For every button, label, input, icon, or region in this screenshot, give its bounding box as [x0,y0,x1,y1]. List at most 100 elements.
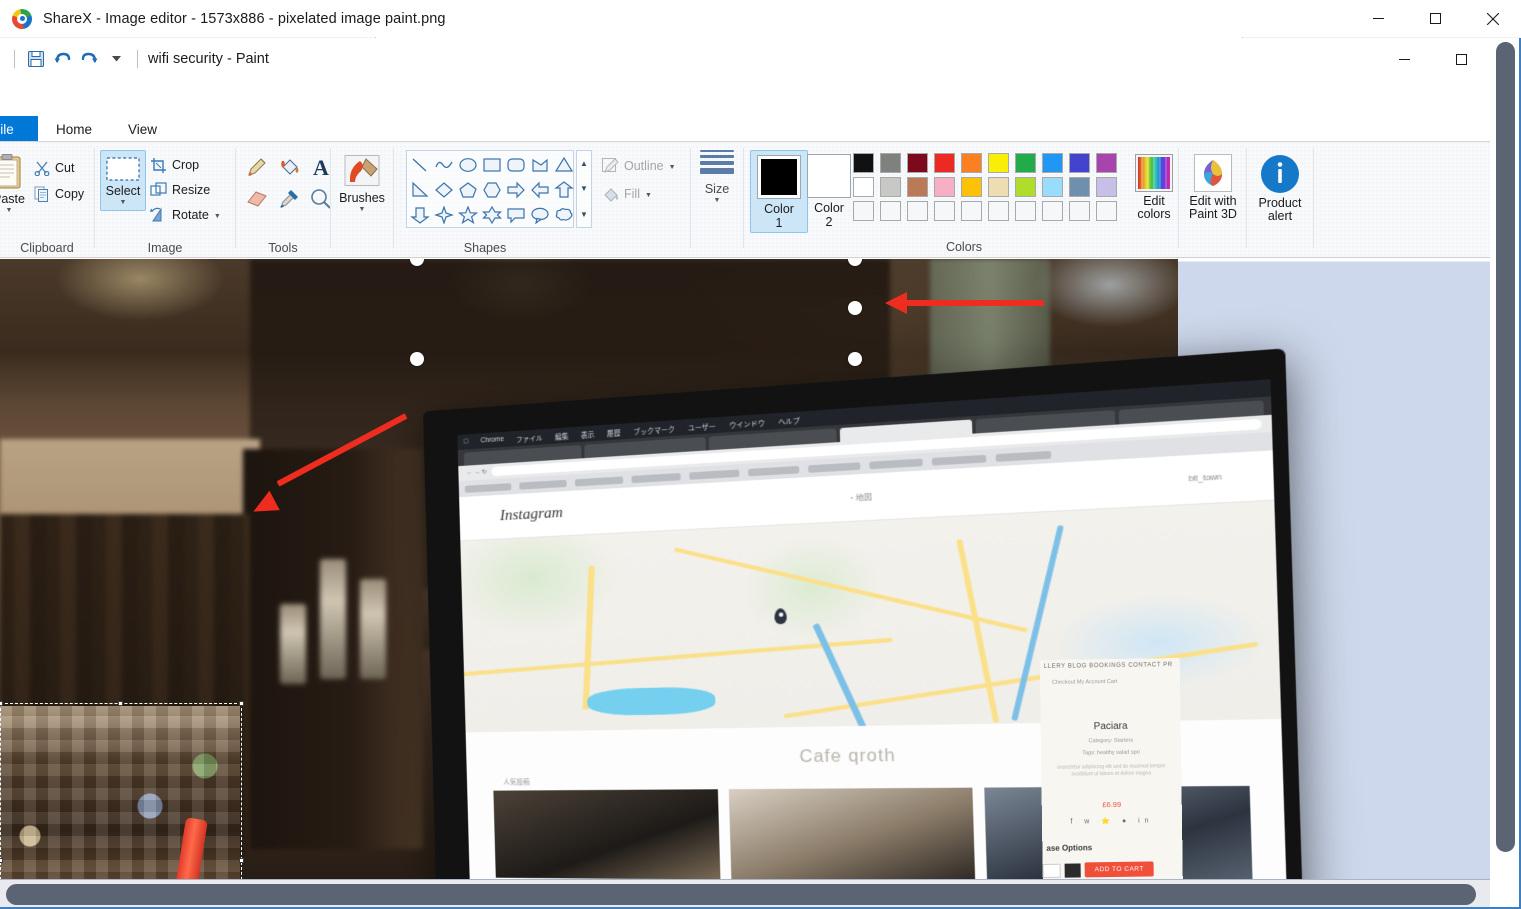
palette-swatch-r1-c10[interactable] [1096,153,1117,173]
fill-dropdown[interactable]: Fill ▼ [602,182,652,206]
palette-swatch-r1-c2[interactable] [880,153,901,173]
shape-right-triangle[interactable] [408,177,432,202]
palette-swatch-r3-c2[interactable] [880,201,901,221]
palette-swatch-r3-c4[interactable] [934,201,955,221]
thumbnail[interactable] [493,789,721,880]
shape-up-arrow[interactable] [552,177,576,202]
copy-button[interactable]: Copy [34,182,84,206]
cut-button[interactable]: Cut [34,156,74,180]
fill-tool-button[interactable] [278,156,300,183]
outline-dropdown[interactable]: Outline ▼ [602,154,676,178]
palette-swatch-r1-c6[interactable] [988,153,1009,173]
magnifier-tool-button[interactable] [310,188,332,215]
palette-swatch-r1-c9[interactable] [1069,153,1090,173]
shape-rounded-rectangle-callout[interactable] [504,202,528,227]
selection-handle-nw[interactable] [0,701,3,706]
color-palette[interactable] [850,151,1120,223]
palette-swatch-r2-c1[interactable] [853,177,874,197]
palette-swatch-r1-c1[interactable] [853,153,874,173]
text-tool-button[interactable]: A [310,155,332,183]
chevron-down-icon[interactable]: ▼ [214,213,221,221]
product-alert-button[interactable]: Product alert [1252,148,1308,223]
scroll-down-icon[interactable]: ▼ [580,184,588,193]
palette-swatch-r3-c8[interactable] [1042,201,1063,221]
chevron-down-icon[interactable]: ▼ [6,207,13,215]
region-handle-se[interactable] [848,352,862,366]
palette-swatch-r2-c5[interactable] [961,177,982,197]
palette-swatch-r2-c9[interactable] [1069,177,1090,197]
shape-hexagon[interactable] [480,177,504,202]
shape-rectangle[interactable] [480,152,504,177]
shape-pentagon[interactable] [456,177,480,202]
region-handle-e[interactable] [848,301,862,315]
size-button[interactable]: Size ▼ [691,142,743,205]
shape-line[interactable] [408,152,432,177]
chevron-down-icon[interactable]: ▼ [691,197,743,205]
palette-swatch-r1-c3[interactable] [907,153,928,173]
edit-with-paint3d-button[interactable]: Edit with Paint 3D [1185,148,1241,221]
quantity-stepper[interactable] [1064,862,1081,878]
color1-button[interactable]: Color 1 [750,150,808,233]
rotate-button[interactable]: Rotate ▼ [150,203,221,227]
shape-diamond[interactable] [432,177,456,202]
brushes-button[interactable]: Brushes ▼ [339,149,385,214]
selection-handle-n[interactable] [118,701,123,706]
tab-view[interactable]: View [110,116,175,142]
horizontal-scrollbar[interactable] [0,879,1490,909]
thumbnail[interactable] [728,787,976,882]
vertical-scrollbar-thumb[interactable] [1496,42,1515,852]
palette-swatch-r3-c5[interactable] [961,201,982,221]
palette-swatch-r3-c10[interactable] [1096,201,1117,221]
eraser-tool-button[interactable] [246,188,268,215]
selection-handle-e[interactable] [239,858,244,863]
selection-handle-w[interactable] [0,858,3,863]
vertical-scrollbar[interactable] [1490,38,1521,909]
crop-button[interactable]: Crop [150,153,199,177]
selection-handle-ne[interactable] [239,701,244,706]
palette-swatch-r2-c2[interactable] [880,177,901,197]
palette-swatch-r2-c8[interactable] [1042,177,1063,197]
scroll-up-icon[interactable]: ▲ [580,159,588,168]
palette-swatch-r1-c5[interactable] [961,153,982,173]
palette-swatch-r3-c1[interactable] [853,201,874,221]
horizontal-scrollbar-thumb[interactable] [6,884,1476,905]
paint-canvas[interactable]: Chromeファイル編集表示履歴ブックマークユーザーウインドウヘルプ ← → … [0,259,1490,909]
qat-save-button[interactable] [23,47,48,72]
palette-swatch-r3-c3[interactable] [907,201,928,221]
chevron-down-icon[interactable]: ▼ [669,164,676,172]
shape-left-arrow[interactable] [528,177,552,202]
palette-swatch-r2-c7[interactable] [1015,177,1036,197]
palette-swatch-r1-c7[interactable] [1015,153,1036,173]
palette-swatch-r3-c6[interactable] [988,201,1009,221]
sharex-minimize-button[interactable] [1350,0,1407,37]
chevron-down-icon[interactable]: ▼ [645,192,652,200]
sharex-close-button[interactable] [1464,0,1521,37]
palette-swatch-r2-c6[interactable] [988,177,1009,197]
color2-button[interactable]: Color 2 [807,154,851,229]
shape-five-point-star[interactable] [456,202,480,227]
palette-swatch-r1-c4[interactable] [934,153,955,173]
palette-swatch-r2-c4[interactable] [934,177,955,197]
tab-home[interactable]: Home [38,116,111,142]
shapes-scroll-controls[interactable]: ▲ ▼ ▼ [576,150,592,228]
add-to-cart-button[interactable]: ADD TO CART [1084,861,1154,878]
color-picker-tool-button[interactable] [278,188,300,215]
palette-swatch-r3-c9[interactable] [1069,201,1090,221]
shape-rounded-rectangle[interactable] [504,152,528,177]
sharex-maximize-button[interactable] [1407,0,1464,37]
palette-swatch-r1-c8[interactable] [1042,153,1063,173]
shapes-gallery[interactable] [406,150,574,228]
shape-curve[interactable] [432,152,456,177]
qat-undo-button[interactable] [50,47,75,72]
shape-oval[interactable] [456,152,480,177]
shape-right-arrow[interactable] [504,177,528,202]
shape-four-point-star[interactable] [432,202,456,227]
palette-swatch-r3-c7[interactable] [1015,201,1036,221]
quantity-input[interactable] [1042,863,1061,878]
edit-colors-button[interactable]: Edit colors [1126,148,1182,221]
shape-cloud-callout[interactable] [552,202,576,227]
shape-oval-callout[interactable] [528,202,552,227]
select-button[interactable]: Select ▼ [100,150,146,211]
region-handle-sw[interactable] [410,352,424,366]
chevron-down-icon[interactable]: ▼ [359,206,366,214]
